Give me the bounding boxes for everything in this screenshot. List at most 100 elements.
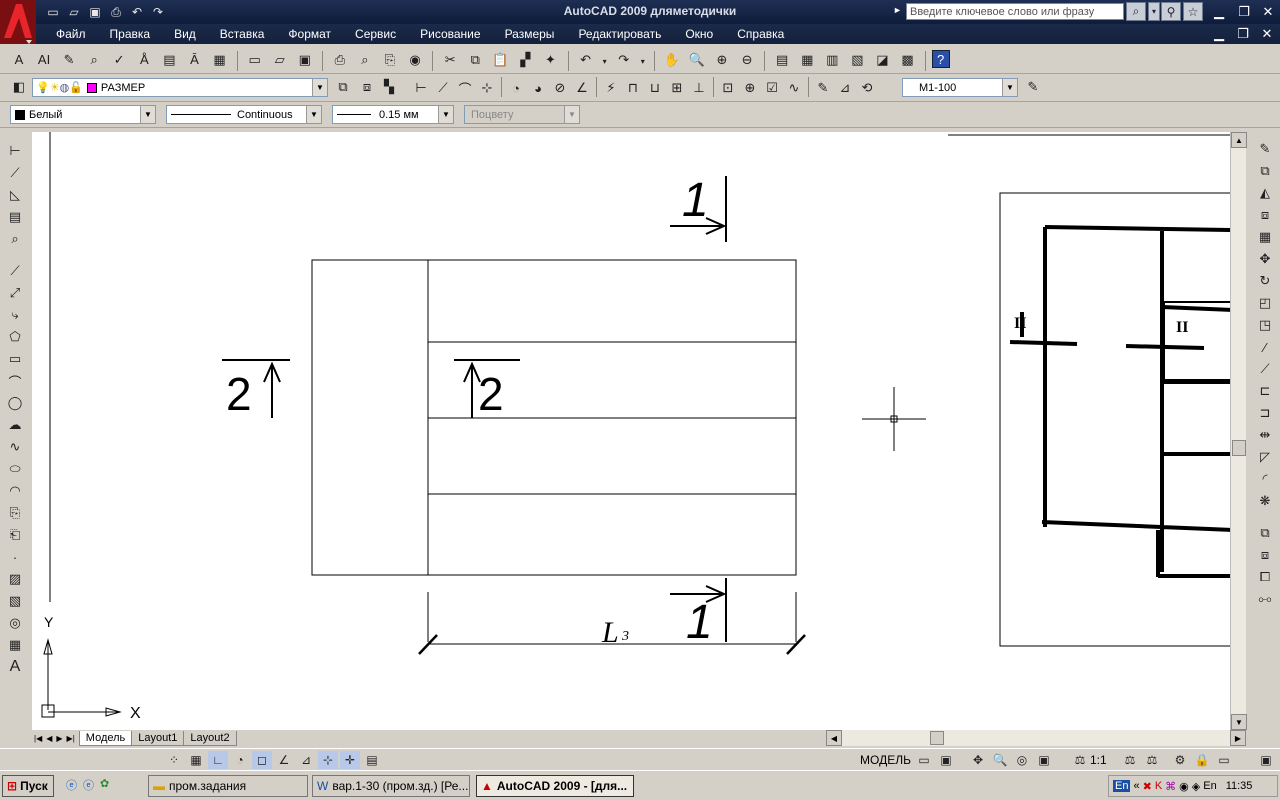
properties-icon[interactable]: ▤ (771, 49, 793, 71)
point-icon[interactable]: · (2, 546, 28, 568)
break-icon[interactable]: ⊐ (1252, 402, 1278, 424)
explode-icon[interactable]: ❋ (1252, 490, 1278, 512)
doc-minimize-icon[interactable]: ▁ (1210, 25, 1228, 42)
print-icon[interactable]: ⎙ (107, 3, 125, 21)
single-line-text-icon[interactable]: Ā (183, 48, 205, 70)
hatch-icon[interactable]: ▨ (2, 568, 28, 590)
snap-icon[interactable]: ⁘ (164, 751, 184, 769)
make-current-icon[interactable]: ⧉ (332, 76, 354, 98)
redo-dropdown-icon[interactable]: ▾ (638, 50, 648, 72)
edit-text-icon[interactable]: ✎ (58, 49, 80, 71)
multiline-text-icon[interactable]: AI (33, 48, 55, 70)
tray-security-icon[interactable]: ✖ (1143, 780, 1152, 793)
block-editor-icon[interactable]: ✦ (539, 49, 561, 71)
language-indicator[interactable]: En (1113, 780, 1131, 792)
flower-icon[interactable]: ✿ (100, 777, 109, 793)
linetype-combo[interactable]: Continuous ▼ (166, 105, 322, 124)
scroll-down-icon[interactable]: ▼ (1231, 714, 1247, 730)
task-autocad[interactable]: ▲ AutoCAD 2009 - [для... (476, 775, 634, 797)
text-style-icon[interactable]: A (8, 48, 30, 70)
plot-icon[interactable]: ⎙ (329, 49, 351, 71)
drawing-canvas[interactable]: 1 1 2 2 L 3 II II X Y (32, 132, 1230, 730)
sun-icon[interactable]: ☀ (50, 81, 60, 94)
ellipse-icon[interactable]: ⬭ (2, 458, 28, 480)
menu-modify[interactable]: Редактировать (566, 27, 673, 41)
aligned-dim-icon[interactable]: ⟋ (432, 77, 454, 99)
layer-properties-icon[interactable]: ◧ (8, 76, 30, 98)
vertical-scrollbar[interactable]: ▲ ▼ (1230, 132, 1247, 730)
quick-view-layouts-icon[interactable]: ▭ (914, 751, 934, 769)
annotation-scale-value[interactable]: 1:1 (1090, 753, 1107, 767)
model-label[interactable]: МОДЕЛЬ (860, 753, 911, 767)
search-icon[interactable]: ⌕ (1126, 2, 1146, 21)
plot-preview-icon[interactable]: ⌕ (354, 49, 376, 71)
ordinate-dim-icon[interactable]: ⊹ (476, 77, 498, 99)
draw-order-front-icon[interactable]: ⧉ (1252, 522, 1278, 544)
dyn-icon[interactable]: ⊹ (318, 751, 338, 769)
undo-dropdown-icon[interactable]: ▾ (600, 50, 610, 72)
chevron-down-icon[interactable]: ▼ (564, 106, 579, 123)
layer-combo[interactable]: 💡 ☀ ◍ 🔓 РАЗМЕР ▼ (32, 78, 328, 97)
scroll-right-icon[interactable]: ▶ (1230, 730, 1246, 746)
construction-line-icon[interactable]: ⤢ (2, 282, 28, 304)
array-icon[interactable]: ▦ (1252, 226, 1278, 248)
vertical-scroll-thumb[interactable] (1232, 440, 1246, 456)
extend-icon[interactable]: ⟋ (1252, 358, 1278, 380)
tab-next-icon[interactable]: ▶ (54, 734, 64, 743)
tray-app-icon[interactable]: ⌘ (1165, 780, 1176, 793)
tab-model[interactable]: Модель (78, 730, 133, 746)
3d-dwf-icon[interactable]: ◉ (404, 49, 426, 71)
tab-prev-icon[interactable]: ◀ (44, 734, 54, 743)
cut-icon[interactable]: ✂ (439, 49, 461, 71)
ie-icon[interactable]: ⓔ (66, 777, 77, 793)
menu-tools[interactable]: Сервис (343, 27, 408, 41)
copy-icon[interactable]: ⧉ (464, 49, 486, 71)
tray-k-icon[interactable]: K (1155, 780, 1162, 792)
scroll-up-icon[interactable]: ▲ (1231, 132, 1247, 148)
plotstyle-combo[interactable]: Поцвету ▼ (464, 105, 580, 124)
quick-dim-icon[interactable]: ⚡ (600, 77, 622, 99)
center-mark-icon[interactable]: ⊕ (739, 77, 761, 99)
tolerance-icon[interactable]: ⊡ (717, 77, 739, 99)
erase-icon[interactable]: ✎ (1252, 138, 1278, 160)
menu-help[interactable]: Справка (725, 27, 796, 41)
revision-cloud-icon[interactable]: ☁ (2, 414, 28, 436)
osnap-icon[interactable]: ◻ (252, 751, 272, 769)
layer-states-icon[interactable]: ▚ (378, 76, 400, 98)
play-arrow-icon[interactable]: ► (893, 5, 902, 15)
showmotion-icon[interactable]: ▣ (1034, 751, 1054, 769)
rotate-icon[interactable]: ↻ (1252, 270, 1278, 292)
zoom-realtime-icon[interactable]: 🔍 (686, 49, 708, 71)
draw-order-above-icon[interactable]: ⧠ (1252, 566, 1278, 588)
task-word-doc[interactable]: W вар.1-30 (пром.зд.) [Ре... (312, 775, 470, 797)
new-file-icon[interactable]: ▭ (44, 3, 62, 21)
rectangle-icon[interactable]: ▭ (2, 348, 28, 370)
keyboard-layout[interactable]: En (1203, 780, 1216, 792)
qp-icon[interactable]: ▤ (362, 751, 382, 769)
favorites-icon[interactable]: ☆ (1183, 2, 1203, 21)
horizontal-scroll-thumb[interactable] (930, 731, 944, 745)
circle-icon[interactable]: ◯ (2, 392, 28, 414)
lock-icon[interactable]: 🔓 (69, 81, 83, 94)
clean-screen-icon[interactable]: ▣ (1256, 751, 1276, 769)
tab-first-icon[interactable]: |◀ (32, 734, 44, 743)
search-input[interactable] (906, 3, 1124, 20)
region-icon[interactable]: ◎ (2, 612, 28, 634)
text-scale-icon[interactable]: Å (133, 48, 155, 70)
aligned-dim-icon[interactable]: ⟋ (2, 162, 28, 184)
ellipse-arc-icon[interactable]: ◠ (2, 480, 28, 502)
menu-draw[interactable]: Рисование (408, 27, 492, 41)
otrack-icon[interactable]: ∠ (274, 751, 294, 769)
zoom-status-icon[interactable]: 🔍 (990, 751, 1010, 769)
tray-volume-icon[interactable]: ◈ (1192, 780, 1200, 793)
convert-text-icon[interactable]: ▦ (209, 49, 231, 71)
auto-scale-icon[interactable]: ⚖ (1142, 751, 1162, 769)
inspection-icon[interactable]: ☑ (761, 77, 783, 99)
redo-icon[interactable]: ↷ (149, 3, 167, 21)
spline-icon[interactable]: ∿ (2, 436, 28, 458)
chevron-down-icon[interactable]: ▼ (1002, 79, 1017, 96)
quickcalc-icon[interactable]: ▩ (897, 49, 919, 71)
freeze-icon[interactable]: ◍ (60, 81, 70, 94)
continue-dim-icon[interactable]: ⊔ (644, 77, 666, 99)
chevron-down-icon[interactable]: ▼ (306, 106, 321, 123)
